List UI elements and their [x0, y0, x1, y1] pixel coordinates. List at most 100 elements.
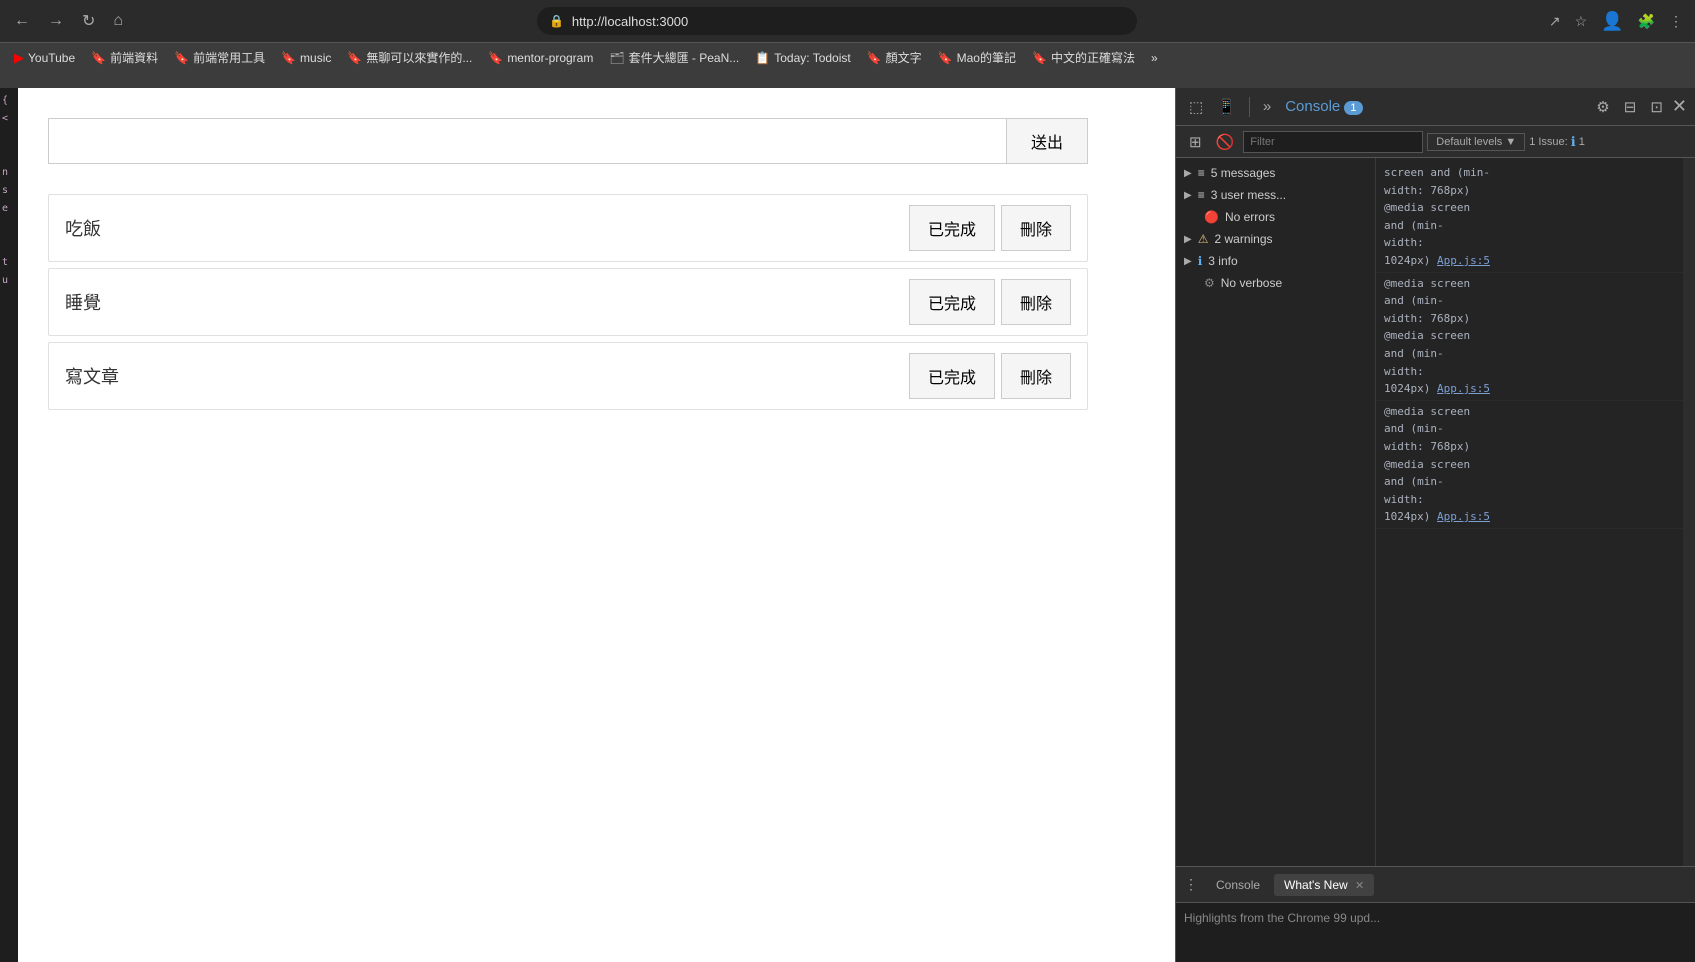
arrow-icon: ▶ — [1184, 234, 1192, 245]
youtube-icon: ▶ — [14, 50, 24, 66]
bookmark-8[interactable]: 🔖 顏文字 — [861, 47, 928, 68]
web-content: 送出 吃飯 已完成 刪除 睡覺 已完成 刪除 寫文章 已完 — [18, 88, 1175, 962]
no-errors-label: No errors — [1225, 210, 1275, 224]
menu-icon[interactable]: ⋮ — [1665, 11, 1687, 32]
bookmark-6[interactable]: 🗂 套件大總匯 - PeaN... — [603, 47, 745, 68]
bookmark-4[interactable]: 🔖 無聊可以來實作的... — [341, 47, 478, 68]
input-row: 送出 — [48, 118, 1088, 164]
tree-info[interactable]: ▶ ℹ 3 info — [1176, 250, 1375, 272]
complete-button-1[interactable]: 已完成 — [909, 205, 995, 251]
todo-text: 吃飯 — [65, 215, 909, 241]
devtools-bottom-tabs: ⋮ Console What's New ✕ — [1176, 866, 1695, 902]
back-button[interactable]: ← — [8, 8, 36, 34]
console-body: ▶ ≡ 5 messages ▶ ≡ 3 user mess... 🔴 No e… — [1176, 158, 1695, 866]
devtools-close-button[interactable]: ✕ — [1672, 96, 1687, 117]
more-tabs-icon[interactable]: ⋮ — [1184, 876, 1198, 893]
vertical-scrollbar[interactable] — [1683, 158, 1695, 866]
reload-button[interactable]: ↻ — [76, 7, 101, 35]
bookmark-icon-8: 🔖 — [867, 51, 882, 65]
todo-item: 吃飯 已完成 刪除 — [48, 194, 1088, 262]
bookmark-3[interactable]: 🔖 music — [275, 49, 337, 67]
todo-item: 睡覺 已完成 刪除 — [48, 268, 1088, 336]
bookmark-more[interactable]: » — [1145, 49, 1164, 67]
user-messages-label: 3 user mess... — [1211, 188, 1286, 202]
bookmark-icon-4: 🔖 — [347, 51, 362, 65]
todo-input[interactable] — [48, 118, 1006, 164]
dock-right-button[interactable]: ⊡ — [1645, 95, 1668, 119]
app-js-link-2[interactable]: App.js:5 — [1437, 382, 1490, 395]
whats-new-tab[interactable]: What's New ✕ — [1274, 874, 1374, 896]
console-line: @media screen and (min- width: 768px) @m… — [1376, 401, 1683, 529]
settings-button[interactable]: ⚙ — [1591, 95, 1614, 119]
url-display: http://localhost:3000 — [572, 14, 1125, 29]
forward-button[interactable]: → — [42, 8, 70, 34]
app-js-link-3[interactable]: App.js:5 — [1437, 510, 1490, 523]
bookmark-7[interactable]: 📋 Today: Todoist — [749, 49, 856, 67]
console-tab-button[interactable]: Console 1 — [1280, 95, 1367, 118]
undock-button[interactable]: ⊟ — [1619, 95, 1642, 119]
clear-console-button[interactable]: 🚫 — [1211, 130, 1240, 154]
bookmark-icon-3: 🔖 — [281, 51, 296, 65]
tree-no-verbose[interactable]: ⚙ No verbose — [1176, 272, 1375, 294]
bookmark-5[interactable]: 🔖 mentor-program — [482, 49, 599, 67]
complete-button-3[interactable]: 已完成 — [909, 353, 995, 399]
bottom-content-text: Highlights from the Chrome 99 upd... — [1184, 911, 1380, 925]
error-icon: 🔴 — [1204, 210, 1219, 224]
complete-button-2[interactable]: 已完成 — [909, 279, 995, 325]
more-tools-button[interactable]: » — [1258, 95, 1276, 118]
tree-user-messages[interactable]: ▶ ≡ 3 user mess... — [1176, 184, 1375, 206]
info-label: 3 info — [1208, 254, 1237, 268]
issue-badge: 1 Issue: ℹ 1 — [1529, 134, 1585, 150]
devtools-bottom-content: Highlights from the Chrome 99 upd... — [1176, 902, 1695, 962]
submit-button[interactable]: 送出 — [1006, 118, 1088, 164]
console-line: screen and (min- width: 768px) @media sc… — [1376, 162, 1683, 273]
inspect-element-button[interactable]: ⬚ — [1184, 95, 1208, 119]
todo-actions: 已完成 刪除 — [909, 353, 1071, 399]
share-icon[interactable]: ↗ — [1545, 11, 1565, 32]
delete-button-3[interactable]: 刪除 — [1001, 353, 1071, 399]
messages-label: 5 messages — [1211, 166, 1276, 180]
bookmark-icon-6: 🗂 — [609, 51, 624, 65]
profile-icon[interactable]: 👤 — [1597, 9, 1627, 34]
device-mode-button[interactable]: 📱 — [1212, 95, 1241, 119]
bookmark-9[interactable]: 🔖 Mao的筆記 — [932, 47, 1022, 68]
bookmark-icon-5: 🔖 — [488, 51, 503, 65]
main-layout: {<nsetu 送出 吃飯 已完成 刪除 睡覺 已完成 刪 — [0, 88, 1695, 962]
warning-icon: ⚠ — [1198, 232, 1209, 246]
todo-text: 寫文章 — [65, 363, 909, 389]
extensions-icon[interactable]: 🧩 — [1634, 11, 1659, 32]
app-js-link-1[interactable]: App.js:5 — [1437, 254, 1490, 267]
arrow-icon: ▶ — [1184, 256, 1192, 267]
info-icon: ℹ — [1198, 254, 1203, 268]
filter-input[interactable] — [1243, 131, 1423, 153]
code-sidebar: {<nsetu — [0, 88, 18, 962]
console-bottom-tab[interactable]: Console — [1206, 874, 1270, 896]
arrow-icon: ▶ — [1184, 190, 1192, 201]
bookmark-2[interactable]: 🔖 前端常用工具 — [168, 47, 271, 68]
tree-warnings[interactable]: ▶ ⚠ 2 warnings — [1176, 228, 1375, 250]
console-badge: 1 — [1344, 101, 1362, 115]
browser-top-bar: ← → ↻ ⌂ 🔒 http://localhost:3000 ↗ ☆ 👤 🧩 … — [0, 0, 1695, 42]
bookmark-icon-2: 🔖 — [174, 51, 189, 65]
bookmark-icon-1: 🔖 — [91, 51, 106, 65]
close-tab-icon[interactable]: ✕ — [1355, 880, 1364, 892]
delete-button-1[interactable]: 刪除 — [1001, 205, 1071, 251]
issue-count-label: 1 Issue: — [1529, 136, 1568, 148]
user-messages-icon: ≡ — [1198, 188, 1205, 202]
verbose-icon: ⚙ — [1204, 276, 1215, 290]
no-verbose-label: No verbose — [1221, 276, 1282, 290]
tree-messages[interactable]: ▶ ≡ 5 messages — [1176, 162, 1375, 184]
bookmark-icon-7: 📋 — [755, 51, 770, 65]
bookmark-10[interactable]: 🔖 中文的正確寫法 — [1026, 47, 1141, 68]
star-icon[interactable]: ☆ — [1571, 11, 1592, 32]
app-container: 送出 吃飯 已完成 刪除 睡覺 已完成 刪除 寫文章 已完 — [18, 88, 1118, 446]
address-bar[interactable]: 🔒 http://localhost:3000 — [537, 7, 1137, 35]
default-levels-button[interactable]: Default levels ▼ — [1427, 133, 1525, 151]
bookmark-youtube[interactable]: ▶ YouTube — [8, 48, 81, 68]
todo-item: 寫文章 已完成 刪除 — [48, 342, 1088, 410]
delete-button-2[interactable]: 刪除 — [1001, 279, 1071, 325]
tree-no-errors[interactable]: 🔴 No errors — [1176, 206, 1375, 228]
bookmark-1[interactable]: 🔖 前端資料 — [85, 47, 164, 68]
sidebar-toggle-button[interactable]: ⊞ — [1184, 130, 1207, 154]
home-button[interactable]: ⌂ — [107, 8, 129, 34]
